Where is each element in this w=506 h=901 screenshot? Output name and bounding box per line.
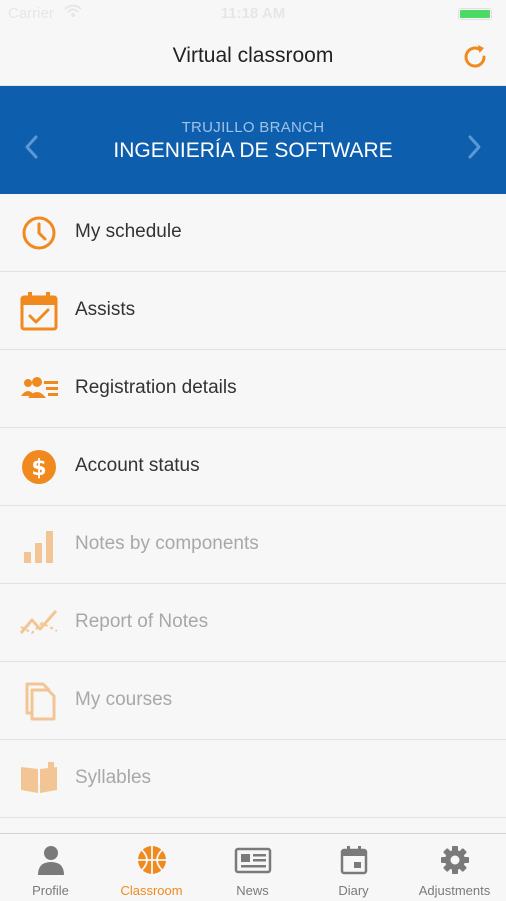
page-title: Virtual classroom [172,44,334,67]
person-icon [38,846,64,875]
tab-adjustments[interactable]: Adjustments [404,834,505,901]
battery-icon [458,8,492,20]
menu-item-account-status[interactable]: $ Account status [0,428,506,506]
menu-item-registration-details[interactable]: Registration details [0,350,506,428]
tab-label: Adjustments [418,883,491,898]
branch-subtitle: TRUJILLO BRANCH [181,119,325,136]
menu-item-report-of-notes[interactable]: Report of Notes [0,584,506,662]
menu-item-label: Registration details [75,377,237,398]
trend-line-icon [19,610,58,635]
menu-item-label: Report of Notes [75,611,209,632]
menu-item-label: My courses [75,689,173,710]
open-book-icon [21,762,57,793]
menu-item-label: Syllables [75,767,152,788]
tab-label: News [236,883,269,898]
newspaper-icon [234,847,272,874]
menu-item-label: My schedule [75,221,182,242]
menu-item-my-schedule[interactable]: My schedule [0,194,506,272]
tab-bar: Profile Classroom News Diary Adjustments [0,833,506,900]
basketball-icon [138,846,166,874]
navigation-bar: Virtual classroom [0,30,506,86]
status-time: 11:18 AM [220,5,286,22]
users-list-icon [21,377,58,398]
tab-diary[interactable]: Diary [303,834,404,901]
menu-item-label: Assists [75,299,136,320]
tab-profile[interactable]: Profile [0,834,101,901]
branch-banner: TRUJILLO BRANCH INGENIERÍA DE SOFTWARE [0,86,506,194]
gear-icon [441,846,469,874]
dollar-icon: $ [22,450,56,484]
menu-item-syllables[interactable]: Syllables [0,740,506,818]
menu-item-assists[interactable]: Assists [0,272,506,350]
menu-item-my-courses[interactable]: My courses [0,662,506,740]
career-title: INGENIERÍA DE SOFTWARE [113,139,393,162]
bar-chart-icon [24,531,53,563]
status-bar: Carrier 11:18 AM [0,0,506,30]
menu-item-notes-by-components[interactable]: Notes by components [0,506,506,584]
tab-label: Diary [338,883,369,898]
menu-item-label: Account status [75,455,200,476]
tab-label: Classroom [120,883,183,898]
tab-classroom[interactable]: Classroom [101,834,202,901]
menu-list: My schedule Assists Registration details… [0,194,506,818]
svg-text:$: $ [31,456,46,481]
refresh-icon[interactable] [460,42,490,72]
calendar-icon [340,846,368,875]
chevron-right-icon[interactable] [464,132,484,162]
calendar-check-icon [20,292,58,331]
tab-news[interactable]: News [202,834,303,901]
documents-icon [25,682,56,721]
menu-item-label: Notes by components [75,533,259,554]
tab-label: Profile [32,883,69,898]
clock-icon [22,216,56,250]
